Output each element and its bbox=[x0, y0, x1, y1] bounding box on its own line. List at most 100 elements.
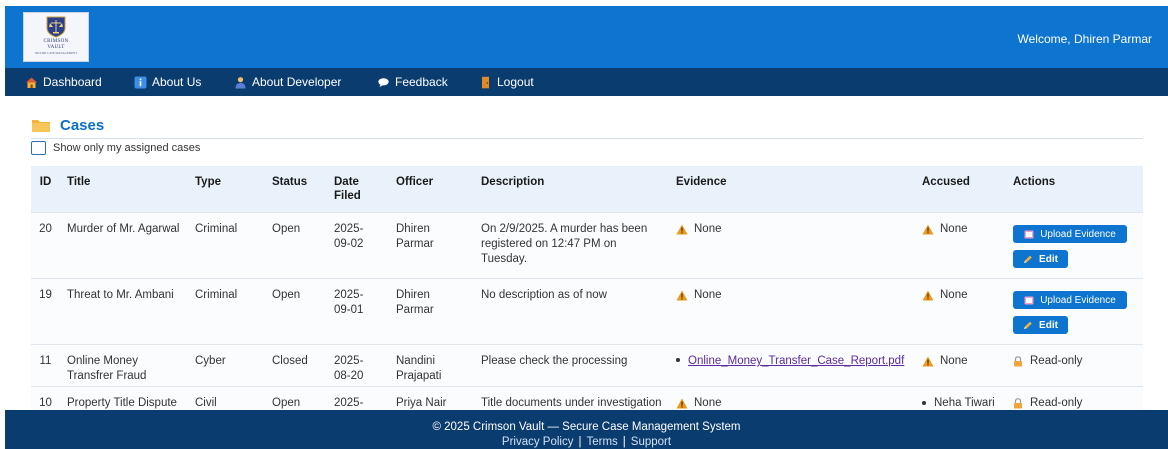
main-nav: Dashboard About Us About Developer Feedb… bbox=[5, 68, 1168, 96]
read-only-label: Read-only bbox=[1030, 355, 1083, 367]
cell-date-filed: 2025- 09-02 bbox=[327, 212, 389, 279]
nav-about-us[interactable]: About Us bbox=[134, 75, 201, 89]
warning-icon bbox=[676, 224, 688, 235]
nav-feedback-label: Feedback bbox=[395, 75, 448, 89]
accused-none: None bbox=[940, 355, 968, 367]
header-evidence: Evidence bbox=[676, 176, 727, 188]
cell-date-filed: 2025- 08-20 bbox=[327, 344, 389, 387]
cell-description: Please check the processing bbox=[474, 344, 669, 387]
header-type: Type bbox=[195, 176, 221, 188]
door-icon bbox=[482, 76, 489, 88]
cell-status: Open bbox=[265, 212, 327, 279]
nav-feedback[interactable]: Feedback bbox=[377, 75, 448, 89]
cell-officer: Dhiren Parmar bbox=[389, 212, 474, 279]
header-status: Status bbox=[272, 176, 308, 188]
welcome-message: Welcome, Dhiren Parmar bbox=[1017, 32, 1152, 46]
site-footer: © 2025 Crimson Vault — Secure Case Manag… bbox=[5, 410, 1168, 449]
date-line2: 09-01 bbox=[334, 304, 364, 316]
cell-status: Closed bbox=[265, 344, 327, 387]
cell-type: Civil bbox=[188, 386, 265, 411]
header-date-line2: Filed bbox=[334, 190, 361, 202]
cell-accused: None bbox=[915, 344, 1006, 387]
cell-status: Open bbox=[265, 278, 327, 345]
terms-link[interactable]: Terms bbox=[586, 436, 617, 448]
footer-separator: | bbox=[622, 436, 626, 448]
evidence-file-link[interactable]: Online_Money_Transfer_Case_Report.pdf bbox=[688, 355, 904, 367]
accused-none: None bbox=[940, 223, 968, 235]
header-title: Title bbox=[67, 176, 91, 188]
table-row: 19 Threat to Mr. Ambani Criminal Open 20… bbox=[31, 278, 1143, 345]
nav-about-us-label: About Us bbox=[152, 75, 202, 89]
cases-table-container[interactable]: ID Title Type Status Date Filed Officer … bbox=[31, 166, 1143, 411]
nav-dashboard[interactable]: Dashboard bbox=[25, 75, 102, 89]
cell-title: Property Title Dispute bbox=[60, 386, 188, 411]
cell-id: 20 bbox=[31, 212, 60, 279]
cell-officer: Priya Nair bbox=[389, 386, 474, 411]
upload-evidence-label: Upload Evidence bbox=[1040, 294, 1116, 306]
list-bullet bbox=[676, 357, 680, 362]
header-date-filed: Date Filed bbox=[327, 166, 389, 213]
table-row: 20 Murder of Mr. Agarwal Criminal Open 2… bbox=[31, 212, 1143, 279]
upload-evidence-button[interactable]: Upload Evidence bbox=[1013, 225, 1127, 243]
info-icon bbox=[134, 76, 147, 88]
lock-icon bbox=[1014, 398, 1022, 409]
page-title: Cases bbox=[60, 116, 105, 134]
table-header-row: ID Title Type Status Date Filed Officer … bbox=[31, 166, 1143, 213]
footer-links: Privacy Policy | Terms | Support bbox=[5, 436, 1168, 449]
edit-label: Edit bbox=[1039, 319, 1058, 331]
crimson-vault-logo[interactable]: CRIMSON VAULT SECURE CASE MANAGEMENT bbox=[23, 12, 89, 62]
support-link[interactable]: Support bbox=[631, 436, 671, 448]
date-line2: 09-02 bbox=[334, 238, 364, 250]
header-id: ID bbox=[39, 176, 52, 188]
nav-dashboard-label: Dashboard bbox=[43, 75, 102, 89]
evidence-none: None bbox=[694, 397, 722, 409]
date-line2: 08-20 bbox=[334, 370, 364, 382]
cell-officer: Dhiren Parmar bbox=[389, 278, 474, 345]
cell-date-filed: 2025- 09-01 bbox=[327, 278, 389, 345]
upload-evidence-label: Upload Evidence bbox=[1040, 228, 1116, 240]
logo-title: CRIMSON VAULT bbox=[43, 39, 69, 50]
privacy-policy-link[interactable]: Privacy Policy bbox=[502, 436, 574, 448]
table-row: 11 Online Money Transfrer Fraud Cyber Cl… bbox=[31, 344, 1143, 387]
cell-id: 10 bbox=[31, 386, 60, 411]
date-line1: 2025- bbox=[334, 355, 364, 367]
folder-icon bbox=[32, 120, 50, 132]
assigned-only-label: Show only my assigned cases bbox=[53, 142, 201, 154]
assigned-filter[interactable]: Show only my assigned cases bbox=[31, 140, 1143, 156]
header-description: Description bbox=[481, 176, 545, 188]
cell-actions: Upload Evidence Edit bbox=[1006, 278, 1143, 345]
lock-icon bbox=[1014, 356, 1022, 367]
cell-id: 11 bbox=[31, 344, 60, 387]
accused-list: Neha Tiwari bbox=[922, 396, 999, 411]
cell-type: Cyber bbox=[188, 344, 265, 387]
cell-evidence: None bbox=[669, 212, 915, 279]
cell-description: Title documents under investigation bbox=[474, 386, 669, 411]
cell-status: Open bbox=[265, 386, 327, 411]
table-row: 10 Property Title Dispute Civil Open 202… bbox=[31, 386, 1143, 411]
warning-icon bbox=[676, 290, 688, 301]
upload-icon bbox=[1024, 296, 1034, 304]
nav-about-developer[interactable]: About Developer bbox=[234, 75, 341, 89]
app-header: CRIMSON VAULT SECURE CASE MANAGEMENT Wel… bbox=[5, 6, 1168, 68]
cell-type: Criminal bbox=[188, 212, 265, 279]
warning-icon bbox=[922, 224, 934, 235]
footer-separator: | bbox=[578, 436, 582, 448]
scales-shield-icon bbox=[46, 16, 66, 38]
assigned-only-checkbox[interactable] bbox=[31, 141, 46, 155]
page-heading: Cases bbox=[31, 114, 1143, 136]
warning-icon bbox=[922, 356, 934, 367]
pencil-icon bbox=[1024, 321, 1032, 329]
cell-actions: Upload Evidence Edit bbox=[1006, 212, 1143, 279]
cases-table: ID Title Type Status Date Filed Officer … bbox=[31, 166, 1143, 411]
date-line1: 2025- bbox=[334, 397, 364, 409]
evidence-none: None bbox=[694, 223, 722, 235]
list-bullet bbox=[922, 401, 926, 405]
cell-date-filed: 2025- 08-01 bbox=[327, 386, 389, 411]
upload-evidence-button[interactable]: Upload Evidence bbox=[1013, 291, 1127, 309]
edit-button[interactable]: Edit bbox=[1013, 250, 1068, 268]
edit-button[interactable]: Edit bbox=[1013, 316, 1068, 334]
nav-logout-label: Logout bbox=[497, 75, 534, 89]
nav-logout[interactable]: Logout bbox=[479, 75, 534, 89]
cell-evidence: None bbox=[669, 386, 915, 411]
cell-title: Threat to Mr. Ambani bbox=[60, 278, 188, 345]
